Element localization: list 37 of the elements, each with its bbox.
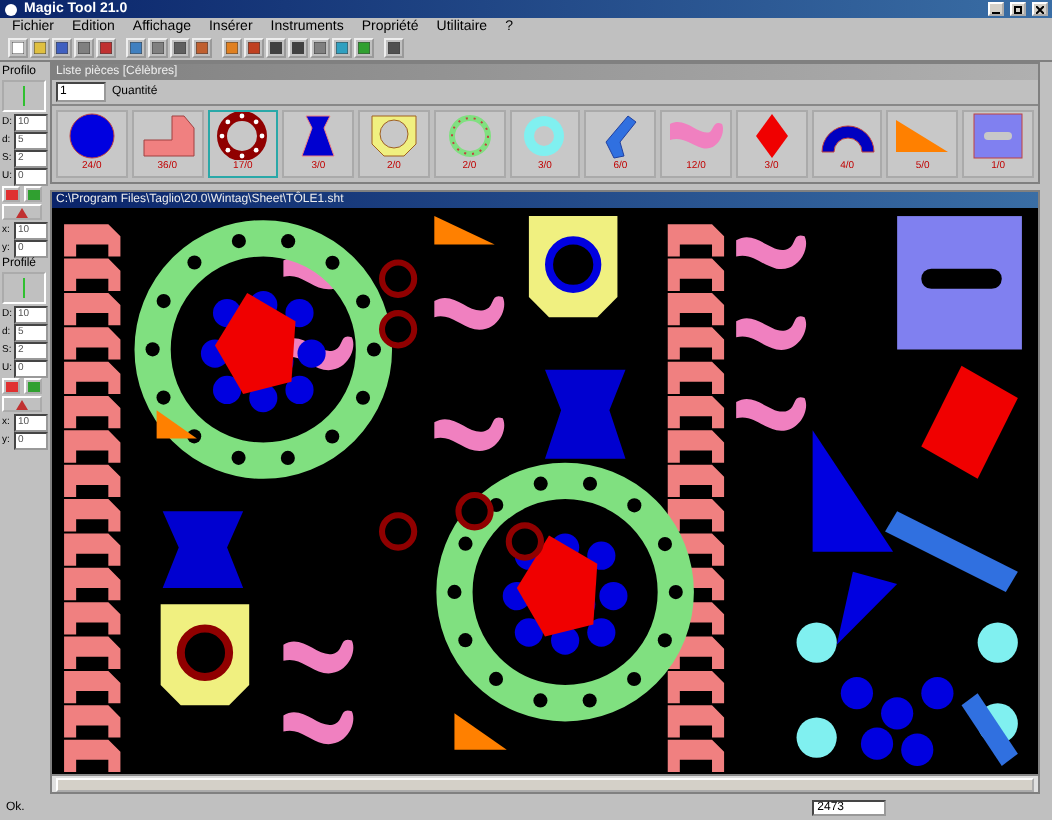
toolbar-button[interactable] <box>192 38 212 58</box>
icon-button[interactable] <box>2 396 42 412</box>
toolbar-button[interactable] <box>244 38 264 58</box>
toolbar-button[interactable] <box>384 38 404 58</box>
minimize-button[interactable] <box>988 2 1004 16</box>
toolbar-button[interactable] <box>266 38 286 58</box>
plate-icon <box>371 115 417 157</box>
ring-icon <box>217 112 268 160</box>
dotted-ring-icon <box>448 115 491 157</box>
disc-icon <box>69 113 115 159</box>
slot-icon <box>973 113 1023 159</box>
arc-icon <box>820 125 874 153</box>
toolbar-button[interactable] <box>148 38 168 58</box>
bracket-icon <box>142 115 194 157</box>
toolbar-button[interactable] <box>288 38 308 58</box>
horizontal-scrollbar[interactable] <box>52 774 1038 792</box>
close-button[interactable] <box>1032 2 1048 16</box>
toolbar-button[interactable] <box>126 38 146 58</box>
maximize-button[interactable] <box>1010 2 1026 16</box>
toolbar-button[interactable] <box>52 38 72 58</box>
toolbar-button[interactable] <box>170 38 190 58</box>
toolbar-button[interactable] <box>310 38 330 58</box>
maximize-icon <box>1014 5 1022 13</box>
profile-preview-icon <box>20 86 28 106</box>
hook-icon <box>605 115 637 159</box>
wave-icon <box>670 122 723 149</box>
diamond-icon <box>755 114 788 158</box>
toolbar-button[interactable] <box>96 38 116 58</box>
app-icon <box>4 3 18 15</box>
icon-button[interactable] <box>2 204 42 220</box>
profile-preview-icon <box>20 278 28 298</box>
toolbar-button[interactable] <box>354 38 374 58</box>
toolbar-button[interactable] <box>332 38 352 58</box>
triangle-icon <box>896 120 949 152</box>
toolbar-button[interactable] <box>222 38 242 58</box>
toolbar-button[interactable] <box>74 38 94 58</box>
close-icon <box>1036 5 1044 13</box>
